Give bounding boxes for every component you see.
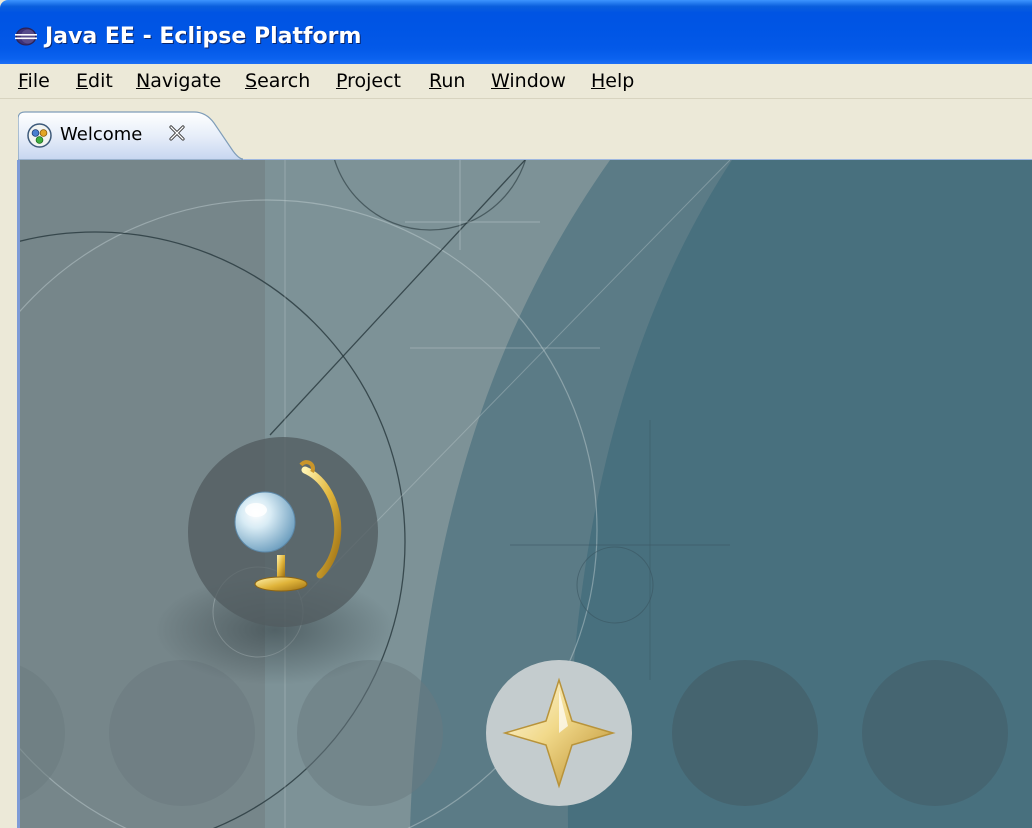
window-title: Java EE - Eclipse Platform [45, 24, 362, 49]
menu-file[interactable]: File [18, 67, 50, 95]
menu-window[interactable]: Window [491, 67, 566, 95]
workbench-star-icon[interactable] [486, 660, 632, 806]
menu-run[interactable]: Run [429, 67, 465, 95]
editor-tab-bar: Welcome [0, 99, 1032, 160]
welcome-page [17, 160, 1032, 828]
menu-navigate[interactable]: Navigate [136, 67, 221, 95]
welcome-background [20, 160, 1032, 828]
welcome-icon [27, 123, 52, 148]
menu-edit[interactable]: Edit [76, 67, 113, 95]
tab-welcome[interactable]: Welcome [18, 111, 243, 160]
eclipse-icon [15, 27, 37, 46]
menu-search[interactable]: Search [245, 67, 310, 95]
menu-bar: File Edit Navigate Search Project Run Wi… [0, 64, 1032, 99]
tab-welcome-label: Welcome [60, 124, 143, 145]
menu-help[interactable]: Help [591, 67, 634, 95]
menu-project[interactable]: Project [336, 67, 401, 95]
close-icon[interactable] [168, 124, 186, 142]
title-bar[interactable]: Java EE - Eclipse Platform [0, 0, 1032, 64]
